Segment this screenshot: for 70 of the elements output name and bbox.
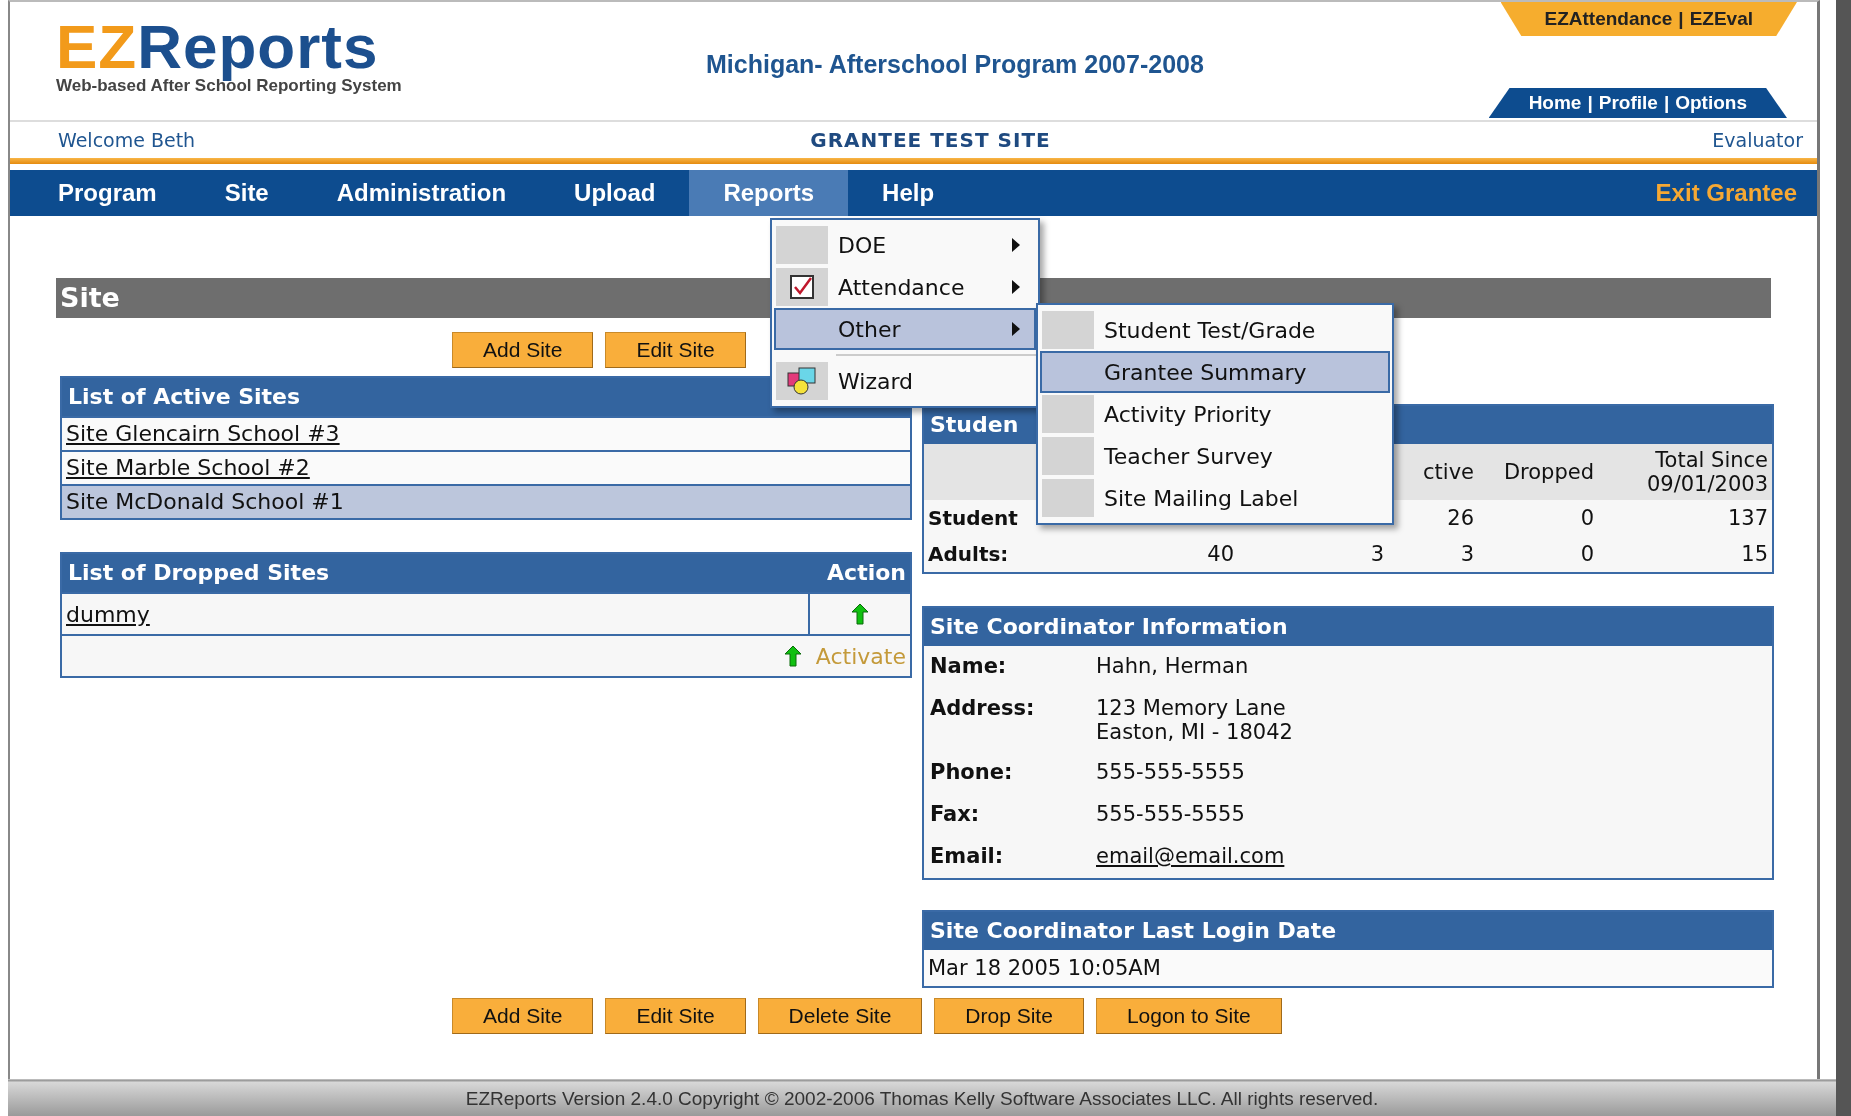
email-link[interactable]: email@email.com	[1096, 844, 1285, 868]
exit-grantee-link[interactable]: Exit Grantee	[1655, 170, 1817, 216]
up-arrow-icon	[783, 645, 802, 667]
account-link[interactable]: Profile	[1598, 92, 1658, 113]
field-value: 555-555-5555	[1096, 760, 1245, 784]
row-label: Adults:	[927, 542, 1009, 566]
panel-title: List of Dropped Sites	[68, 559, 330, 587]
table-cell-text: 0	[1579, 542, 1594, 566]
table-cell-text: 137	[1726, 506, 1768, 530]
column-heading: Action	[827, 559, 906, 587]
nav-menu-item[interactable]: Help	[848, 170, 969, 216]
table-cell-text: 26	[1446, 506, 1474, 530]
site-action-button[interactable]: Delete Site	[757, 998, 923, 1034]
field-value: 555-555-5555	[1096, 802, 1245, 826]
product-link[interactable]: EZAttendance	[1544, 8, 1673, 29]
field-label: Address:	[930, 696, 1036, 722]
user-role: Evaluator	[1711, 129, 1803, 151]
field-label: Fax:	[930, 802, 981, 828]
column-heading: Total Since 09/01/2003	[1645, 448, 1768, 496]
link-separator: |	[1587, 92, 1593, 113]
submenu-arrow-icon	[1012, 280, 1020, 294]
submenu-arrow-icon	[1012, 322, 1020, 336]
field-value: Hahn, Herman	[1096, 654, 1249, 678]
field-label: Email:	[930, 844, 1005, 870]
field-value: Easton, MI - 18042	[1096, 720, 1293, 744]
panel-title: Site Coordinator Last Login Date	[924, 912, 1772, 950]
nav-menu-item[interactable]: Site	[190, 170, 303, 216]
link-separator: |	[1663, 92, 1670, 113]
up-arrow-icon[interactable]	[851, 603, 869, 625]
row-label: Student	[927, 506, 1018, 530]
nav-menu-item[interactable]: Program	[24, 170, 191, 216]
field-label: Name:	[930, 654, 1008, 680]
submenu-arrow-icon	[1012, 238, 1020, 252]
copyright-text: EZReports Version 2.4.0 Copyright © 2002-2006 Thomas Kelly Software Associates LLC. All rights reserved.	[465, 1088, 1379, 1110]
table-cell-text: 40	[1206, 542, 1234, 566]
ezreports-logo: EZReports	[56, 14, 379, 80]
panel-title: Site Coordinator Information	[924, 608, 1772, 646]
nav-menu-item[interactable]: Reports	[689, 170, 849, 216]
shapes-icon	[787, 367, 817, 395]
welcome-text: Welcome Beth	[58, 129, 197, 151]
product-link[interactable]: EZEval	[1689, 8, 1753, 29]
checkbox-icon	[789, 274, 815, 300]
site-action-button[interactable]: Drop Site	[934, 998, 1084, 1034]
account-link[interactable]: Options	[1675, 92, 1747, 113]
table-cell-text: 0	[1579, 506, 1594, 530]
dropped-site-link[interactable]: dummy	[62, 594, 810, 634]
site-action-button[interactable]: Edit Site	[605, 332, 746, 368]
dropdown-menu-item[interactable]: DOE	[774, 224, 1036, 266]
submenu-item[interactable]: Site Mailing Label	[1040, 477, 1390, 519]
field-label: Phone:	[930, 760, 1014, 786]
site-action-button[interactable]: Add Site	[452, 332, 594, 368]
table-cell-text: 15	[1740, 542, 1768, 566]
nav-menu-item[interactable]: Administration	[302, 170, 541, 216]
dropdown-menu-item[interactable]: Other	[774, 308, 1036, 350]
site-list-row[interactable]: Site McDonald School #1	[62, 484, 910, 518]
account-link[interactable]: Home	[1528, 92, 1582, 113]
program-title: Michigan- Afterschool Program 2007-2008	[706, 50, 1204, 79]
site-action-button[interactable]: Edit Site	[605, 998, 746, 1034]
column-heading: Dropped	[1502, 460, 1594, 484]
field-value: 123 Memory Lane	[1096, 696, 1287, 720]
site-action-button[interactable]: Logon to Site	[1095, 998, 1282, 1034]
site-action-button[interactable]: Add Site	[452, 998, 594, 1034]
table-cell-text: 3	[1369, 542, 1384, 566]
site-name: GRANTEE TEST SITE	[809, 128, 1052, 152]
table-cell-text: 3	[1459, 542, 1474, 566]
submenu-item[interactable]: Grantee Summary	[1040, 351, 1390, 393]
link-separator: |	[1678, 8, 1684, 29]
login-date: Mar 18 2005 10:05AM	[928, 956, 1161, 980]
nav-menu-item[interactable]: Upload	[540, 170, 690, 216]
column-heading: ctive	[1422, 460, 1474, 484]
